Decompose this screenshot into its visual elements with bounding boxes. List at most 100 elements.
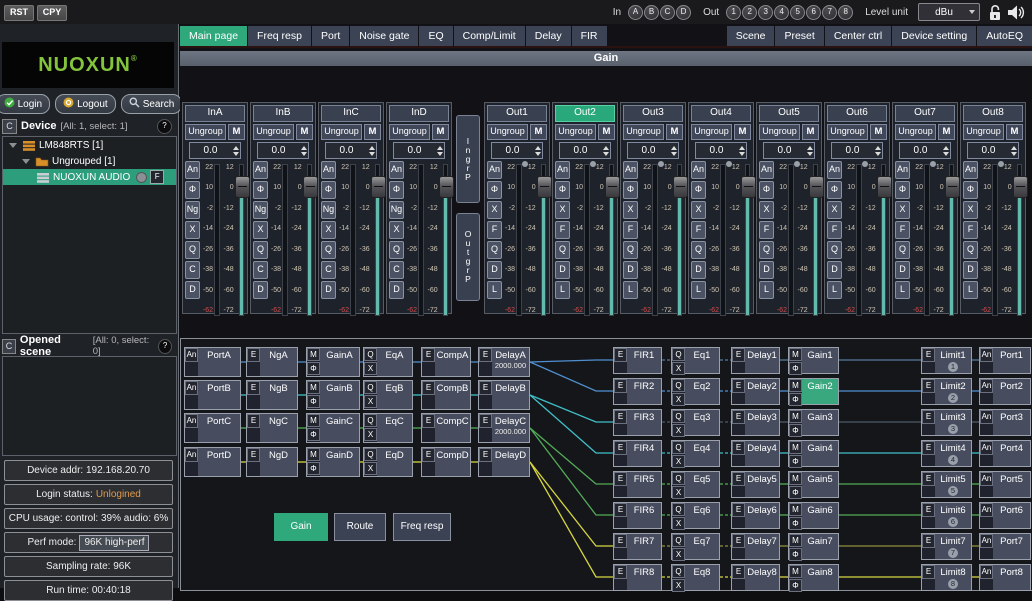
dsp-button-d[interactable]: D [963, 261, 978, 279]
badge-φ[interactable]: Φ [307, 362, 320, 375]
badge-e[interactable]: E [247, 414, 260, 428]
flow-block-gaind[interactable]: MΦGainD [306, 447, 360, 477]
dsp-button-q[interactable]: Q [963, 241, 978, 259]
badge-m[interactable]: M [789, 534, 802, 547]
flow-block-gain6[interactable]: MΦGain6 [788, 502, 839, 529]
flow-view-button-freq-resp[interactable]: Freq resp [393, 513, 451, 541]
flow-block-eqd[interactable]: QXEqD [363, 447, 413, 477]
gain-value[interactable]: 0.0 [764, 145, 805, 156]
flow-view-button-gain[interactable]: Gain [274, 513, 328, 541]
mute-button[interactable]: M [228, 124, 245, 140]
fader-handle[interactable] [809, 176, 824, 198]
badge-φ[interactable]: Φ [789, 579, 802, 592]
badge-e[interactable]: E [732, 534, 745, 548]
badge-an[interactable]: An [980, 472, 993, 486]
tab-autoeq[interactable]: AutoEQ [977, 26, 1032, 46]
flow-block-portd[interactable]: AnPortD [184, 447, 241, 477]
out-badge-6[interactable]: 6 [806, 5, 821, 20]
badge-e[interactable]: E [614, 503, 627, 517]
mute-button[interactable]: M [734, 124, 751, 140]
badge-e[interactable]: E [479, 381, 492, 395]
dsp-button-φ[interactable]: Φ [759, 181, 774, 199]
gain-spinner[interactable]: 0.0 [763, 142, 815, 159]
mute-button[interactable]: M [432, 124, 449, 140]
out-badge-8[interactable]: 8 [838, 5, 853, 20]
tree-item-lm848rts-1-[interactable]: LM848RTS [1] [3, 137, 176, 153]
badge-e[interactable]: E [732, 410, 745, 424]
channel-name-out2[interactable]: Out2 [555, 105, 615, 122]
dsp-button-an[interactable]: An [623, 161, 638, 179]
badge-q[interactable]: Q [364, 448, 377, 461]
flow-block-delay8[interactable]: EDelay8 [731, 564, 780, 591]
flow-block-port3[interactable]: AnPort3 [979, 409, 1031, 436]
dsp-button-q[interactable]: Q [827, 241, 842, 259]
gain-value[interactable]: 0.0 [832, 145, 873, 156]
dsp-button-d[interactable]: D [321, 281, 336, 299]
ungroup-button[interactable]: Ungroup [759, 124, 800, 140]
tab-eq[interactable]: EQ [419, 26, 452, 46]
dsp-button-q[interactable]: Q [759, 241, 774, 259]
channel-name-out3[interactable]: Out3 [623, 105, 683, 122]
dsp-button-an[interactable]: An [895, 161, 910, 179]
badge-e[interactable]: E [922, 472, 935, 486]
dsp-button-f[interactable]: F [691, 221, 706, 239]
dsp-button-an[interactable]: An [759, 161, 774, 179]
flow-block-port6[interactable]: AnPort6 [979, 502, 1031, 529]
badge-q[interactable]: Q [672, 348, 685, 361]
channel-name-out8[interactable]: Out8 [963, 105, 1023, 122]
ungroup-button[interactable]: Ungroup [963, 124, 1004, 140]
badge-m[interactable]: M [307, 414, 320, 427]
logout-button[interactable]: Logout [55, 94, 116, 114]
spinner-up-icon[interactable] [875, 146, 881, 150]
badge-an[interactable]: An [185, 381, 198, 395]
flow-block-gain5[interactable]: MΦGain5 [788, 471, 839, 498]
badge-e[interactable]: E [922, 565, 935, 579]
dsp-button-an[interactable]: An [963, 161, 978, 179]
spinner-up-icon[interactable] [807, 146, 813, 150]
dsp-button-x[interactable]: X [487, 201, 502, 219]
badge-φ[interactable]: Φ [307, 428, 320, 441]
fader-handle[interactable] [741, 176, 756, 198]
badge-e[interactable]: E [614, 472, 627, 486]
badge-e[interactable]: E [422, 414, 435, 428]
flow-block-limit6[interactable]: ELimit66 [921, 502, 972, 529]
speaker-icon[interactable] [1007, 4, 1026, 21]
tab-scene[interactable]: Scene [727, 26, 775, 46]
out-badge-4[interactable]: 4 [774, 5, 789, 20]
unlock-icon[interactable] [988, 4, 1003, 21]
badge-q[interactable]: Q [672, 503, 685, 516]
badge-an[interactable]: An [185, 348, 198, 362]
flow-block-ngd[interactable]: ENgD [246, 447, 298, 477]
gain-spinner[interactable]: 0.0 [899, 142, 951, 159]
dsp-button-ng[interactable]: Ng [253, 201, 268, 219]
flow-block-limit2[interactable]: ELimit22 [921, 378, 972, 405]
flow-block-portc[interactable]: AnPortC [184, 413, 241, 443]
fader-handle[interactable] [673, 176, 688, 198]
flow-block-delayc[interactable]: EDelayC2000.000 [478, 413, 530, 443]
flow-block-fir2[interactable]: EFIR2 [613, 378, 662, 405]
badge-e[interactable]: E [922, 410, 935, 424]
dsp-button-φ[interactable]: Φ [185, 181, 200, 199]
flow-block-limit5[interactable]: ELimit55 [921, 471, 972, 498]
badge-an[interactable]: An [980, 565, 993, 579]
dsp-button-f[interactable]: F [487, 221, 502, 239]
dsp-button-l[interactable]: L [827, 281, 842, 299]
flow-block-fir3[interactable]: EFIR3 [613, 409, 662, 436]
dsp-button-φ[interactable]: Φ [321, 181, 336, 199]
badge-φ[interactable]: Φ [307, 462, 320, 475]
dsp-button-d[interactable]: D [691, 261, 706, 279]
flow-block-eqa[interactable]: QXEqA [363, 347, 413, 377]
fader-handle[interactable] [605, 176, 620, 198]
badge-q[interactable]: Q [672, 379, 685, 392]
badge-e[interactable]: E [422, 448, 435, 462]
dsp-button-q[interactable]: Q [253, 241, 268, 259]
dsp-button-c[interactable]: C [185, 261, 200, 279]
tab-fir[interactable]: FIR [572, 26, 607, 46]
badge-q[interactable]: Q [364, 381, 377, 394]
flow-block-delay6[interactable]: EDelay6 [731, 502, 780, 529]
spinner-up-icon[interactable] [603, 146, 609, 150]
flow-block-limit4[interactable]: ELimit44 [921, 440, 972, 467]
tree-item-ungrouped-1-[interactable]: Ungrouped [1] [3, 153, 176, 169]
badge-φ[interactable]: Φ [789, 486, 802, 499]
badge-an[interactable]: An [980, 441, 993, 455]
